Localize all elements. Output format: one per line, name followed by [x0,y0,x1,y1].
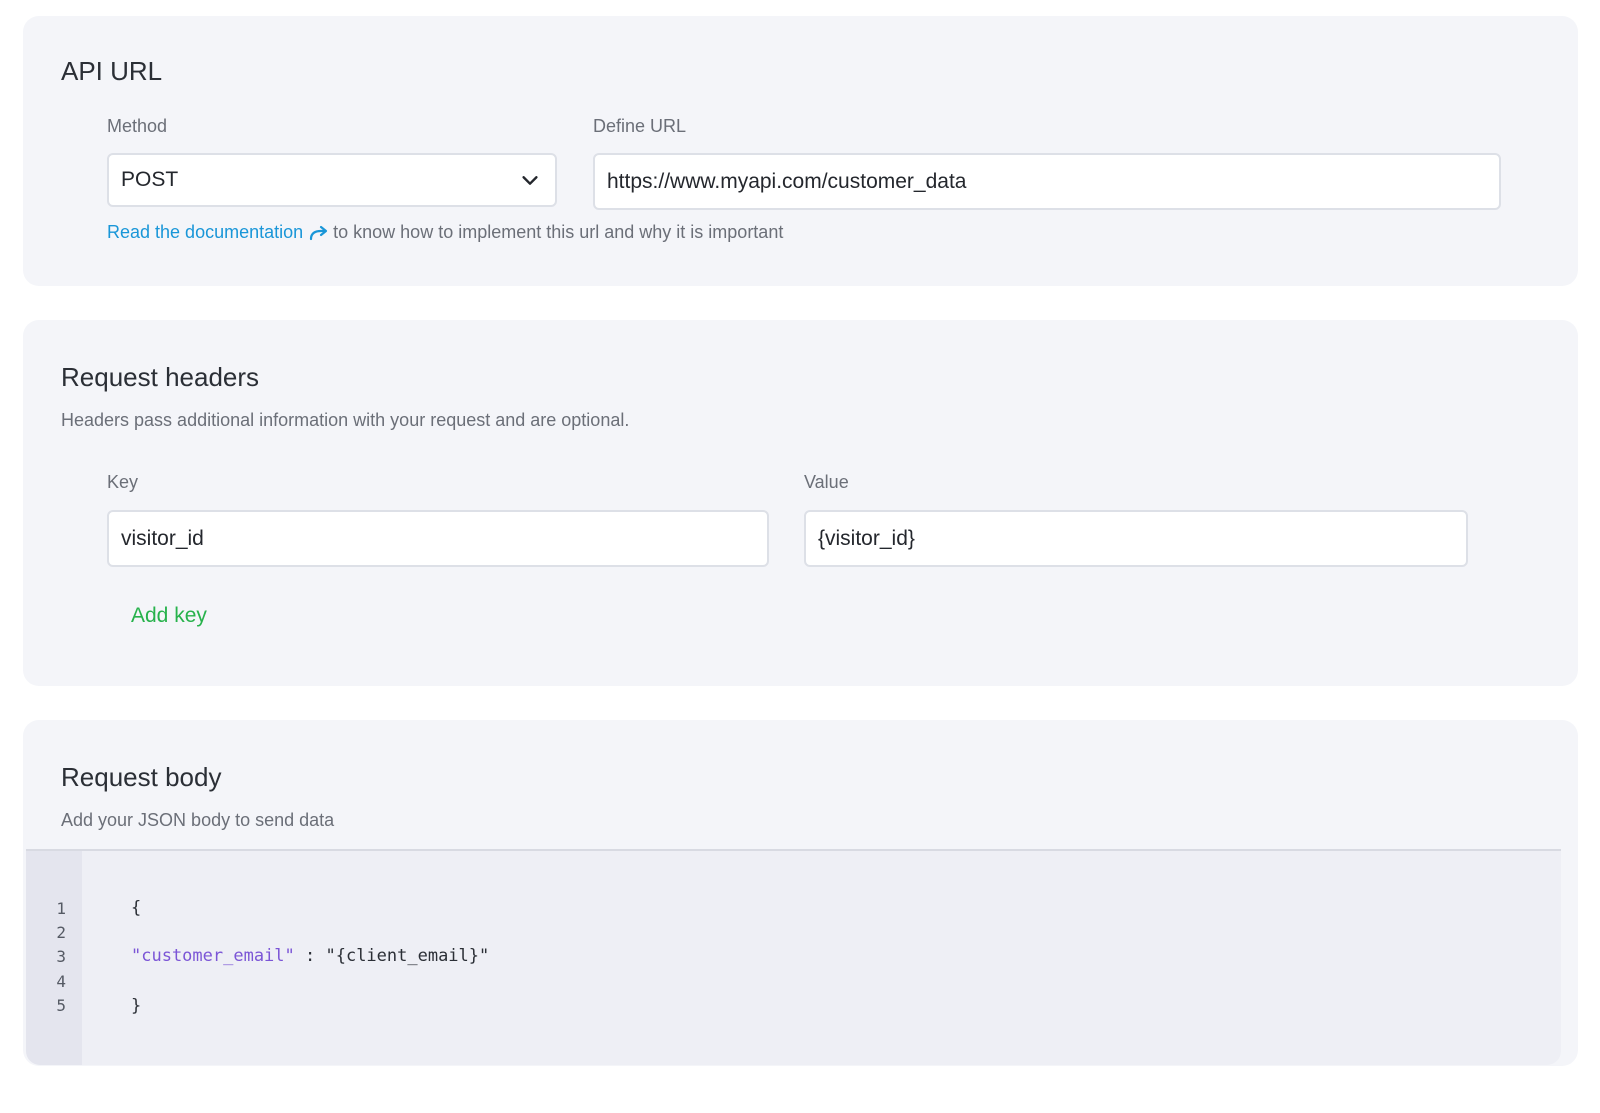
url-label: Define URL [593,116,687,136]
method-value: POST [121,168,179,191]
header-value-input[interactable]: {visitor_id} [804,510,1468,567]
code-line-open: { [131,898,142,918]
add-key-button[interactable]: Add key [131,604,207,628]
documentation-hint: Read the documentation to know how to im… [107,222,783,243]
key-label: Key [107,472,139,492]
header-key-value: visitor_id [121,526,204,550]
json-key: "customer_email" [131,946,295,966]
value-label: Value [804,472,849,492]
request-headers-card: Request headers Headers pass additional … [23,320,1578,686]
line-number-gutter: 1 2 3 4 5 [26,851,82,1065]
code-line-close: } [131,996,142,1016]
request-body-description: Add your JSON body to send data [61,810,335,830]
json-value: "{client_email}" [325,946,490,966]
line-number: 1 [56,899,66,918]
line-number: 5 [56,996,66,1015]
documentation-hint-text: to know how to implement this url and wh… [333,222,784,242]
read-documentation-link[interactable]: Read the documentation [107,222,303,243]
request-headers-title: Request headers [61,362,260,392]
method-select[interactable]: POST [107,153,557,207]
request-headers-description: Headers pass additional information with… [61,410,630,430]
line-number: 4 [56,972,66,991]
chevron-down-icon [522,176,538,185]
api-url-card: API URL Method POST Define URL https://w… [23,16,1578,286]
url-value: https://www.myapi.com/customer_data [607,169,967,193]
header-key-input[interactable]: visitor_id [107,510,769,567]
json-code-editor[interactable]: 1 2 3 4 5 { "customer_email" : "{client_… [26,849,1561,1065]
json-separator: : [294,946,326,966]
request-body-title: Request body [61,762,222,792]
line-number: 3 [56,947,66,966]
request-body-card: Request body Add your JSON body to send … [23,720,1578,1066]
api-url-title: API URL [61,56,163,86]
url-input[interactable]: https://www.myapi.com/customer_data [593,153,1501,210]
code-line-entry: "customer_email" : "{client_email}" [131,946,489,966]
line-number: 2 [56,923,66,942]
arrow-forward-icon [310,225,328,240]
header-value-value: {visitor_id} [818,526,915,550]
method-label: Method [107,116,168,136]
